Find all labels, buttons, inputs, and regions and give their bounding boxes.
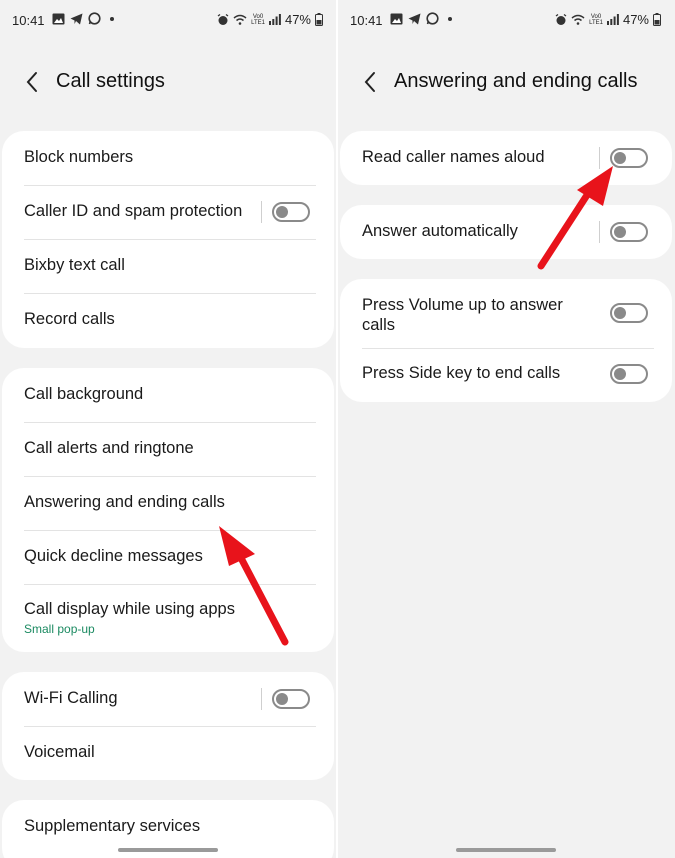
settings-group-1: Block numbers Caller ID and spam protect… [2, 131, 334, 348]
volume-up-answer-row[interactable]: Press Volume up to answer calls [340, 279, 672, 347]
row-label: Read caller names aloud [362, 148, 545, 166]
settings-group-1: Read caller names aloud [340, 131, 672, 185]
notification-dot [110, 16, 114, 21]
row-label: Block numbers [24, 148, 134, 166]
row-label: Press Side key to end calls [362, 364, 561, 382]
row-label: Call display while using apps [24, 600, 235, 618]
wifi-icon [571, 14, 585, 25]
home-indicator[interactable] [118, 848, 218, 852]
status-bar: 10:41 Vo0 LTE1 47% [0, 0, 337, 40]
row-label: Call alerts and ringtone [24, 439, 194, 457]
page-title: Answering and ending calls [394, 70, 638, 92]
caller-id-row[interactable]: Caller ID and spam protection [2, 185, 334, 239]
whatsapp-icon [88, 12, 101, 25]
side-key-end-row[interactable]: Press Side key to end calls [340, 347, 672, 401]
caller-id-toggle[interactable] [272, 202, 310, 222]
answer-automatically-row[interactable]: Answer automatically [340, 205, 672, 259]
battery-icon [315, 13, 323, 26]
telegram-icon [70, 13, 83, 24]
wifi-calling-row[interactable]: Wi-Fi Calling [2, 672, 334, 726]
read-caller-names-toggle[interactable] [610, 148, 648, 168]
status-time: 10:41 [350, 13, 383, 28]
alarm-icon [555, 13, 567, 25]
battery-icon [653, 13, 661, 26]
record-calls-row[interactable]: Record calls [2, 293, 334, 347]
signal-icon [606, 14, 619, 25]
page-header: Call settings [0, 62, 337, 102]
call-background-row[interactable]: Call background [2, 368, 334, 422]
row-label: Caller ID and spam protection [24, 202, 243, 220]
battery-percent: 47% [622, 12, 649, 27]
status-bar: 10:41 Vo0 LTE1 47% [338, 0, 675, 40]
call-display-row[interactable]: Call display while using apps Small pop-… [2, 584, 334, 652]
notification-dot [448, 16, 452, 21]
telegram-icon [408, 13, 421, 24]
voicemail-row[interactable]: Voicemail [2, 726, 334, 780]
right-screen: 10:41 Vo0 LTE1 47% Answering and ending c… [338, 0, 675, 858]
signal-icon [268, 14, 281, 25]
back-arrow-icon[interactable] [20, 67, 46, 97]
call-alerts-row[interactable]: Call alerts and ringtone [2, 422, 334, 476]
network-type-label: Vo0 LTE1 [589, 13, 603, 26]
supplementary-services-row[interactable]: Supplementary services [2, 800, 334, 854]
left-screen: 10:41 Vo0 LTE1 47% Call settings Block nu… [0, 0, 337, 858]
answering-ending-calls-row[interactable]: Answering and ending calls [2, 476, 334, 530]
row-label: Wi-Fi Calling [24, 689, 118, 707]
read-caller-names-row[interactable]: Read caller names aloud [340, 131, 672, 185]
battery-percent: 47% [284, 12, 311, 27]
wifi-calling-toggle[interactable] [272, 689, 310, 709]
settings-group-2: Answer automatically [340, 205, 672, 259]
row-label: Voicemail [24, 743, 95, 761]
row-label: Supplementary services [24, 817, 201, 835]
block-numbers-row[interactable]: Block numbers [2, 131, 334, 185]
quick-decline-row[interactable]: Quick decline messages [2, 530, 334, 584]
answer-automatically-toggle[interactable] [610, 222, 648, 242]
alarm-icon [217, 13, 229, 25]
side-key-end-toggle[interactable] [610, 364, 648, 384]
gallery-icon [52, 13, 65, 24]
whatsapp-icon [426, 12, 439, 25]
status-time: 10:41 [12, 13, 45, 28]
row-label: Record calls [24, 310, 115, 328]
wifi-icon [233, 14, 247, 25]
page-header: Answering and ending calls [338, 62, 675, 102]
settings-group-3: Press Volume up to answer calls Press Sid… [340, 279, 672, 402]
settings-group-2: Call background Call alerts and ringtone… [2, 368, 334, 652]
row-label: Press Volume up to answer calls [362, 296, 563, 334]
row-sublabel: Small pop-up [24, 622, 95, 636]
page-title: Call settings [56, 70, 165, 92]
settings-group-3: Wi-Fi Calling Voicemail [2, 672, 334, 780]
row-label: Bixby text call [24, 256, 125, 274]
volume-up-answer-toggle[interactable] [610, 303, 648, 323]
back-arrow-icon[interactable] [358, 67, 384, 97]
network-type-label: Vo0 LTE1 [251, 13, 265, 26]
bixby-text-call-row[interactable]: Bixby text call [2, 239, 334, 293]
home-indicator[interactable] [456, 848, 556, 852]
row-label: Quick decline messages [24, 547, 203, 565]
gallery-icon [390, 13, 403, 24]
row-label: Call background [24, 385, 144, 403]
row-label: Answering and ending calls [24, 493, 225, 511]
row-label: Answer automatically [362, 222, 518, 240]
